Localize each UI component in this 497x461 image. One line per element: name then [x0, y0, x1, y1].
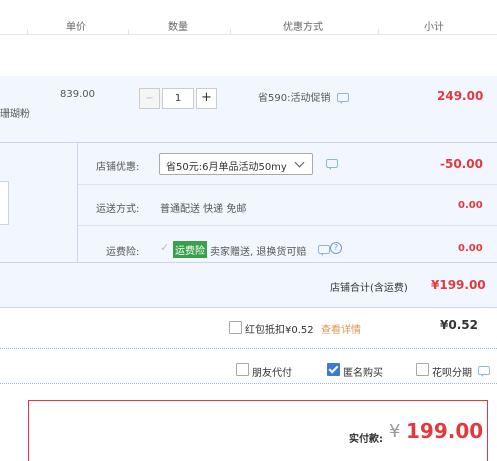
friend-pay-label: 朋友代付 — [252, 368, 292, 379]
chevron-down-icon — [294, 157, 305, 168]
item-unit-price: 839.00 — [60, 89, 95, 100]
header-tick — [378, 29, 379, 35]
coupon-label: 店铺优惠: — [96, 162, 140, 173]
insurance-text: 卖家赠送, 退换货可赔 — [210, 247, 307, 258]
cart-item-row: 珊瑚粉 839.00 − 1 + 省590:活动促销 249.00 — [0, 76, 497, 142]
item-discount: 省590:活动促销 — [258, 93, 331, 104]
coupon-select-value: 省50元:6月单品活动50my — [166, 162, 287, 173]
total-divider — [0, 262, 497, 263]
redpacket-amount: ¥0.52 — [440, 318, 478, 332]
item-color: 珊瑚粉 — [0, 109, 30, 120]
redpacket-detail-link[interactable]: 查看详情 — [321, 321, 361, 336]
friend-pay-checkbox[interactable] — [236, 363, 249, 376]
insurance-label: 运费险: — [106, 247, 140, 258]
help-icon[interactable]: ? — [330, 242, 342, 254]
row-divider — [78, 225, 497, 226]
shipping-amount: 0.00 — [458, 200, 483, 211]
quantity-stepper: − 1 + — [139, 88, 217, 109]
shipping-value: 普通配送 快递 免邮 — [160, 204, 247, 215]
options-divider — [0, 383, 497, 384]
payment-summary-box: 实付款: ¥ 199.00 — [28, 400, 488, 461]
shipping-label: 运送方式: — [96, 204, 140, 215]
quantity-minus-button[interactable]: − — [139, 88, 160, 109]
shop-total-label: 店铺合计(含运费) — [330, 283, 408, 294]
comment-icon[interactable] — [318, 245, 330, 256]
cart-header: 单价 数量 优惠方式 小计 — [0, 0, 497, 36]
redpacket-checkbox[interactable] — [229, 321, 242, 334]
comment-icon[interactable] — [478, 366, 490, 377]
item-image-edge — [0, 181, 9, 225]
quantity-input[interactable]: 1 — [162, 88, 194, 109]
insurance-amount: 0.00 — [458, 243, 483, 254]
redpacket-label: 红包抵扣¥0.52 — [245, 325, 314, 336]
quantity-plus-button[interactable]: + — [196, 88, 217, 109]
huabei-checkbox[interactable] — [416, 363, 429, 376]
item-subtotal: 249.00 — [437, 89, 484, 103]
insurance-badge: 运费险 — [173, 241, 207, 258]
comment-icon[interactable] — [337, 93, 349, 104]
payment-amount: 199.00 — [406, 419, 484, 443]
coupon-amount: -50.00 — [440, 157, 483, 171]
header-tick — [230, 29, 231, 35]
insurance-check-icon: ✓ — [160, 241, 170, 254]
shop-total-value: ¥199.00 — [431, 278, 486, 292]
redpacket-divider — [0, 348, 497, 349]
payment-label: 实付款: — [349, 434, 383, 445]
coupon-select[interactable]: 省50元:6月单品活动50my — [159, 153, 313, 175]
header-tick — [128, 29, 129, 35]
comment-icon[interactable] — [326, 159, 338, 170]
col-unit-price: 单价 — [66, 22, 86, 33]
anonymous-checkbox[interactable] — [327, 363, 340, 376]
header-tick — [27, 29, 28, 35]
col-discount: 优惠方式 — [283, 22, 323, 33]
header-divider — [0, 34, 497, 35]
huabei-label: 花呗分期 — [432, 368, 472, 379]
row-divider — [78, 184, 497, 185]
col-subtotal: 小计 — [424, 22, 444, 33]
payment-currency: ¥ — [389, 421, 401, 442]
col-quantity: 数量 — [168, 22, 188, 33]
anonymous-label: 匿名购买 — [343, 368, 383, 379]
